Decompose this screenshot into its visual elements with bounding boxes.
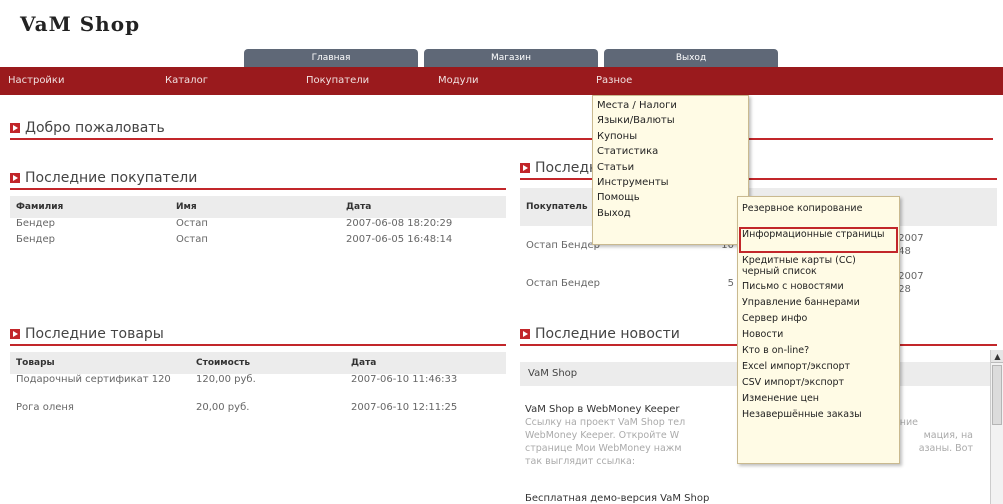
menu-catalog[interactable]: Каталог xyxy=(165,67,208,95)
menu-item-excel-import-export[interactable]: Excel импорт/экспорт xyxy=(742,359,895,375)
main-menubar: Настройки Каталог Покупатели Модули Разн… xyxy=(0,67,1003,95)
bullet-icon xyxy=(10,173,20,183)
table-cell: 5 xyxy=(727,277,734,289)
table-row[interactable]: Подарочный сертификат 120 120,00 руб. 20… xyxy=(10,374,506,402)
table-cell: Остап xyxy=(176,234,208,245)
menu-item-incomplete-orders[interactable]: Незавершённые заказы xyxy=(742,407,895,423)
table-cell: 120,00 руб. xyxy=(196,374,256,385)
recent-customers-table: Фамилия Имя Дата Бендер Остап 2007-06-08… xyxy=(10,196,506,250)
table-cell: Подарочный сертификат 120 xyxy=(16,374,171,385)
table-cell: Остап xyxy=(176,218,208,229)
table-row[interactable]: Рога оленя 20,00 руб. 2007-06-10 12:11:2… xyxy=(10,402,506,418)
table-cell: Остап Бендер xyxy=(526,277,601,289)
column-header: Стоимость xyxy=(190,352,345,374)
column-header: Имя xyxy=(170,196,340,218)
recent-products-table: Товары Стоимость Дата Подарочный сертифи… xyxy=(10,352,506,418)
logo: VaM Shop xyxy=(20,12,141,36)
tools-submenu: Резервное копирование Информационные стр… xyxy=(737,196,900,464)
bullet-icon xyxy=(520,163,530,173)
menu-item-info-pages[interactable]: Информационные страницы xyxy=(739,227,898,253)
welcome-heading: Добро пожаловать xyxy=(10,118,993,140)
column-header: Дата xyxy=(340,196,506,218)
column-header: Товары xyxy=(10,352,190,374)
table-cell: 2007-06-10 11:46:33 xyxy=(351,374,458,385)
table-row[interactable]: Бендер Остап 2007-06-08 18:20:29 xyxy=(10,218,506,234)
recent-customers-heading: Последние покупатели xyxy=(10,168,506,190)
misc-dropdown-menu: Места / Налоги Языки/Валюты Купоны Стати… xyxy=(592,95,749,245)
menu-modules[interactable]: Модули xyxy=(438,67,478,95)
column-header: Дата xyxy=(345,352,506,374)
menu-item-whos-online[interactable]: Кто в on-line? xyxy=(742,343,895,359)
menu-item-statistics[interactable]: Статистика xyxy=(597,144,744,159)
scrollbar-thumb[interactable] xyxy=(992,365,1002,425)
bullet-icon xyxy=(520,329,530,339)
menu-customers[interactable]: Покупатели xyxy=(306,67,369,95)
table-cell: 2007-06-10 12:11:25 xyxy=(351,402,458,413)
scroll-up-icon[interactable]: ▲ xyxy=(991,350,1003,363)
table-cell: 2007-06-08 18:20:29 xyxy=(346,218,453,229)
recent-products-heading: Последние товары xyxy=(10,324,506,346)
menu-item-backup[interactable]: Резервное копирование xyxy=(742,201,895,227)
table-cell: Бендер xyxy=(16,218,55,229)
tab-home[interactable]: Главная xyxy=(244,49,418,67)
menu-item-exit[interactable]: Выход xyxy=(597,206,744,221)
tab-shop[interactable]: Магазин xyxy=(424,49,598,67)
menu-settings[interactable]: Настройки xyxy=(8,67,64,95)
table-cell: Рога оленя xyxy=(16,402,74,413)
menu-misc[interactable]: Разное xyxy=(596,67,632,95)
column-header: Фамилия xyxy=(10,196,170,218)
bullet-icon xyxy=(10,123,20,133)
bullet-icon xyxy=(10,329,20,339)
news-scrollbar[interactable]: ▲ xyxy=(990,350,1003,504)
menu-item-newsletter[interactable]: Письмо с новостями xyxy=(742,279,895,295)
menu-item-languages-currencies[interactable]: Языки/Валюты xyxy=(597,113,744,128)
table-cell: Бендер xyxy=(16,234,55,245)
top-tabs: Главная Магазин Выход xyxy=(244,49,778,67)
menu-item-news[interactable]: Новости xyxy=(742,327,895,343)
menu-item-csv-import-export[interactable]: CSV импорт/экспорт xyxy=(742,375,895,391)
table-cell: 20,00 руб. xyxy=(196,402,250,413)
menu-item-help[interactable]: Помощь xyxy=(597,190,744,205)
menu-item-articles[interactable]: Статьи xyxy=(597,160,744,175)
menu-item-places-taxes[interactable]: Места / Налоги xyxy=(597,98,744,113)
news-item-title[interactable]: VaM Shop в WebMoney Keeper xyxy=(525,404,680,415)
menu-item-price-change[interactable]: Изменение цен xyxy=(742,391,895,407)
tab-logout[interactable]: Выход xyxy=(604,49,778,67)
table-row[interactable]: Бендер Остап 2007-06-05 16:48:14 xyxy=(10,234,506,250)
menu-item-coupons[interactable]: Купоны xyxy=(597,129,744,144)
menu-item-tools[interactable]: Инструменты xyxy=(597,175,744,190)
menu-item-banner-manager[interactable]: Управление баннерами xyxy=(742,295,895,311)
menu-item-server-info[interactable]: Сервер инфо xyxy=(742,311,895,327)
table-cell: 2007-06-05 16:48:14 xyxy=(346,234,453,245)
menu-item-cc-blacklist[interactable]: Кредитные карты (CC) черный список xyxy=(742,253,895,279)
news-item-title[interactable]: Бесплатная демо-версия VaM Shop xyxy=(525,493,709,504)
